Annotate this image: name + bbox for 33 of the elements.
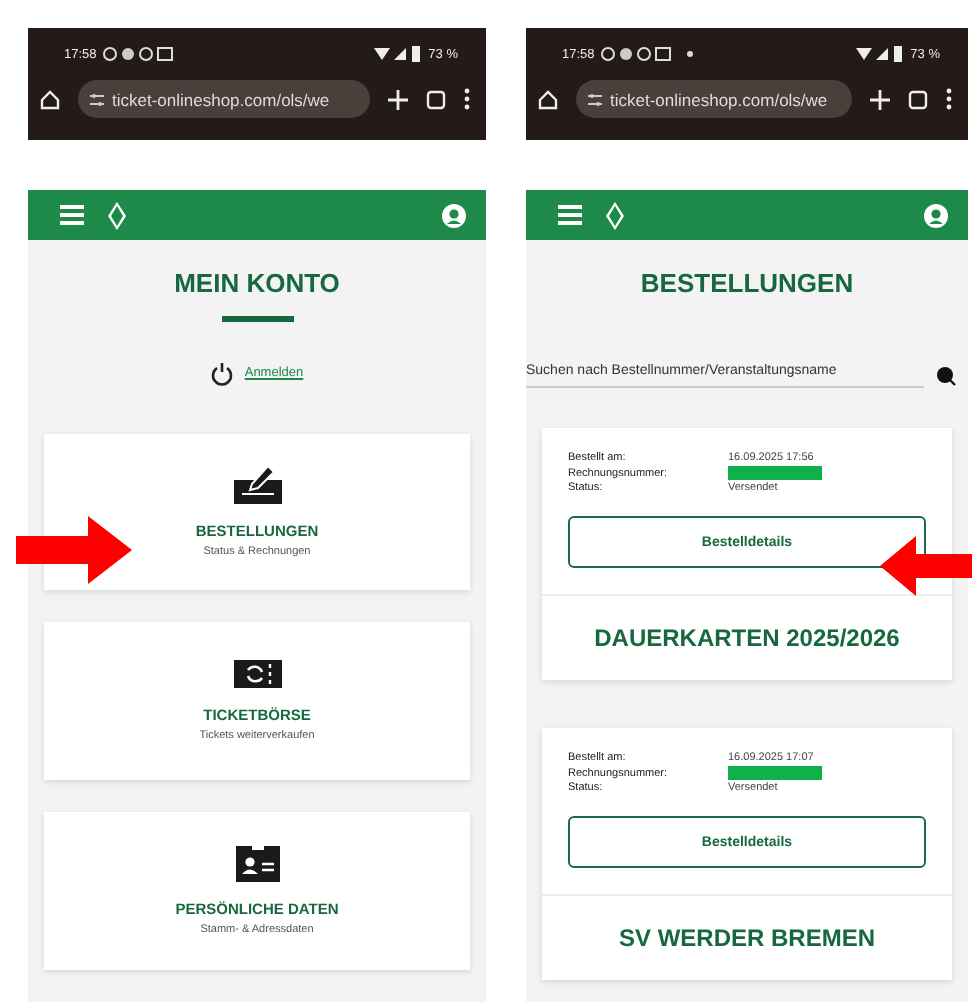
address-bar[interactable]: ticket-onlineshop.com/ols/we: [78, 80, 370, 118]
tabs-icon[interactable]: [908, 89, 928, 109]
url-text: ticket-onlineshop.com/ols/we: [610, 89, 828, 109]
signing-icon: [233, 464, 281, 505]
signal-battery-icon: [856, 46, 905, 62]
more-icon[interactable]: [464, 88, 470, 110]
product-title: SV WERDER BREMEN: [616, 922, 877, 956]
page-title: MEIN KONTO: [174, 268, 340, 298]
ticket-icon: [233, 660, 281, 689]
page-title: BESTELLUNGEN: [640, 268, 854, 298]
search-icon[interactable]: [936, 366, 956, 386]
user-icon[interactable]: [442, 203, 466, 227]
url-text: ticket-onlineshop.com/ols/we: [112, 89, 330, 109]
tune-icon[interactable]: [90, 93, 104, 105]
diamond-logo-icon[interactable]: [606, 201, 624, 229]
title-underline: [221, 316, 293, 321]
dot-icon: [686, 50, 695, 58]
user-icon[interactable]: [924, 203, 948, 227]
address-bar[interactable]: ticket-onlineshop.com/ols/we: [576, 80, 852, 118]
menu-icon[interactable]: [558, 204, 582, 226]
home-icon[interactable]: [40, 89, 60, 109]
more-icon[interactable]: [946, 88, 952, 110]
plus-icon[interactable]: [870, 89, 890, 109]
signal-battery-icon: [374, 46, 423, 62]
menu-icon[interactable]: [60, 204, 84, 226]
id-card-icon: [235, 846, 279, 883]
product-title: DAUERKARTEN 2025/2026: [592, 622, 902, 656]
power-icon: [210, 361, 235, 385]
tabs-icon[interactable]: [426, 89, 446, 109]
plus-icon[interactable]: [388, 89, 408, 109]
home-icon[interactable]: [538, 89, 558, 109]
diamond-logo-icon[interactable]: [108, 201, 126, 229]
tune-icon[interactable]: [588, 93, 602, 105]
